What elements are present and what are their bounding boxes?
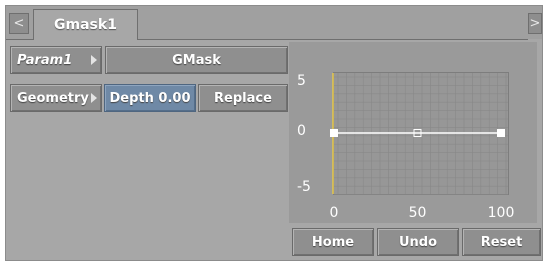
reset-button[interactable]: Reset [462, 228, 541, 256]
x-tick-label: 50 [409, 205, 427, 221]
y-tick-label: -5 [297, 179, 311, 195]
keyframe-point [330, 129, 338, 137]
home-button[interactable]: Home [292, 228, 374, 256]
undo-button-label: Undo [398, 234, 438, 250]
reset-button-label: Reset [480, 234, 523, 250]
undo-button[interactable]: Undo [377, 228, 459, 256]
home-button-label: Home [311, 234, 355, 250]
curve-chart: 50-50 50 100 [297, 73, 515, 221]
y-tick-label: 0 [297, 123, 306, 139]
x-tick-label: 100 [488, 205, 515, 221]
x-tick-label: 0 [330, 205, 339, 221]
y-tick-label: 5 [297, 73, 306, 89]
keyframe-point [497, 129, 505, 137]
